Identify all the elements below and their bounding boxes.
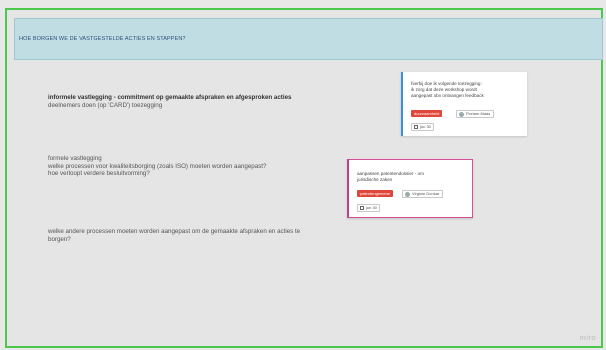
card-due-date[interactable]: jun 30 bbox=[357, 204, 380, 212]
block-line: deelnemers doen (op 'CARD') toezegging bbox=[48, 101, 163, 109]
card-tag[interactable]: duurzaamheid bbox=[411, 110, 443, 117]
card-due-date[interactable]: jun 30 bbox=[411, 123, 434, 131]
text-block-informal[interactable]: informele vastlegging - commitment op ge… bbox=[48, 94, 291, 109]
card-text: hierbij doe ik volgende toezegging: ik z… bbox=[411, 81, 484, 98]
text-block-formal[interactable]: formele vastlegging welke processen voor… bbox=[48, 155, 266, 178]
section-header[interactable]: HOE BORGEN WE DE VASTGESTELDE ACTIES EN … bbox=[14, 18, 603, 60]
miro-logo: miro bbox=[579, 335, 596, 342]
card-assignee[interactable]: Virginie Donkar bbox=[402, 190, 444, 198]
avatar-icon bbox=[405, 192, 410, 197]
card-commitment[interactable]: hierbij doe ik volgende toezegging: ik z… bbox=[401, 72, 527, 136]
block-line: borgen? bbox=[48, 235, 71, 243]
block-line: informele vastlegging - commitment op ge… bbox=[48, 94, 292, 101]
top-edge bbox=[0, 0, 606, 3]
card-assignee[interactable]: Floriam Maas bbox=[456, 110, 495, 118]
block-line: hoe verloopt verdere besluitvorming? bbox=[48, 170, 150, 178]
text-block-other-processes[interactable]: welke andere processen moeten worden aan… bbox=[48, 228, 300, 243]
section-title: HOE BORGEN WE DE VASTGESTELDE ACTIES EN … bbox=[19, 36, 186, 42]
calendar-icon bbox=[414, 125, 418, 129]
block-line: welke andere processen moeten worden aan… bbox=[48, 228, 301, 235]
calendar-icon bbox=[360, 206, 364, 210]
card-text: aanpassen patentendossier - om jurisdisc… bbox=[357, 171, 424, 182]
block-line: formele vastlegging bbox=[48, 155, 102, 162]
block-line: welke processen voor kwaliteitsborging (… bbox=[48, 162, 267, 170]
avatar-icon bbox=[459, 112, 464, 117]
card-patent-dossier[interactable]: aanpassen patentendossier - om jurisdisc… bbox=[347, 159, 473, 218]
card-tag[interactable]: patentengemene bbox=[357, 190, 394, 197]
